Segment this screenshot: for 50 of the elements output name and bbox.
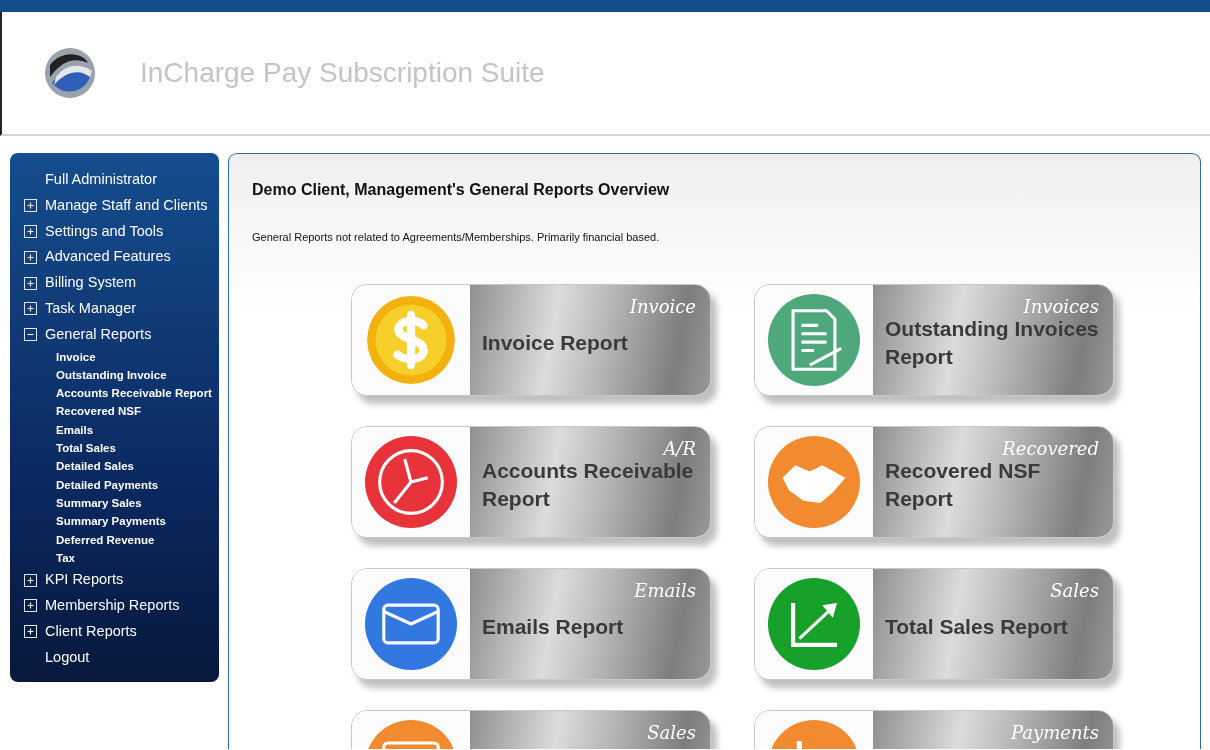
sidebar-subitem[interactable]: Total Sales bbox=[24, 439, 219, 458]
page-description: General Reports not related to Agreements/Memberships. Primarily financial based. bbox=[252, 230, 661, 246]
page-heading: Demo Client, Management's General Reports Overview bbox=[252, 180, 671, 200]
sidebar-subitem[interactable]: Recovered NSF bbox=[24, 402, 219, 421]
sidebar-subitem[interactable]: Outstanding Invoice bbox=[24, 365, 219, 385]
tile-title: Emails Report bbox=[482, 614, 624, 641]
sidebar-item[interactable]: Full Administrator bbox=[45, 169, 157, 191]
report-tile[interactable]: Emails Emails Report bbox=[351, 567, 711, 680]
expand-icon[interactable] bbox=[24, 302, 37, 316]
tile-tag: Emails bbox=[634, 576, 696, 604]
tile-title: Total Sales Report bbox=[885, 614, 1068, 641]
sidebar-subitem[interactable]: Detailed Payments bbox=[24, 475, 219, 494]
tile-tag: Invoice bbox=[629, 292, 696, 320]
app-title: InCharge Pay Subscription Suite bbox=[140, 56, 545, 90]
sidebar-item[interactable]: Task Manager bbox=[45, 298, 137, 320]
expand-icon[interactable] bbox=[24, 199, 37, 213]
logo-icon bbox=[44, 47, 96, 99]
sidebar-item[interactable]: Membership Reports bbox=[45, 594, 180, 617]
expand-icon[interactable] bbox=[24, 225, 37, 238]
sidebar-item[interactable]: Billing System bbox=[45, 272, 137, 294]
sidebar-item[interactable]: Manage Staff and Clients bbox=[45, 194, 208, 217]
sidebar-item[interactable]: General Reports bbox=[45, 323, 152, 346]
sidebar-subitem[interactable]: Invoice bbox=[24, 347, 219, 366]
sidebar-item[interactable]: Advanced Features bbox=[45, 246, 171, 269]
sidebar-subitem[interactable]: Detailed Sales bbox=[24, 457, 219, 476]
sidebar-subitem[interactable]: Summary Payments bbox=[24, 512, 219, 531]
sidebar-item[interactable]: Settings and Tools bbox=[45, 220, 164, 243]
tile-tag: Sales bbox=[647, 718, 696, 746]
tile-tag: Sales bbox=[1050, 576, 1099, 604]
sidebar-subitem[interactable]: Deferred Revenue bbox=[24, 530, 219, 549]
report-tile[interactable]: Sales Total Sales Report bbox=[754, 567, 1114, 680]
sidebar-item[interactable]: Logout bbox=[45, 646, 90, 669]
expand-icon[interactable] bbox=[24, 599, 37, 613]
expand-icon[interactable] bbox=[24, 276, 37, 290]
report-tile[interactable]: A/R Accounts Receivable Report bbox=[351, 425, 711, 538]
sidebar-subitem[interactable]: Accounts Receivable Report bbox=[24, 384, 219, 403]
sidebar-subitem[interactable]: Emails bbox=[24, 420, 219, 440]
report-tile[interactable]: Invoice Invoice Report bbox=[351, 283, 711, 396]
sidebar-item[interactable]: KPI Reports bbox=[45, 569, 124, 591]
sidebar-subitem[interactable]: Tax bbox=[24, 548, 219, 568]
report-tile[interactable]: Sales bbox=[351, 709, 711, 749]
report-tile[interactable]: Recovered Recovered NSF Report bbox=[754, 425, 1114, 538]
sidebar-item[interactable]: Client Reports bbox=[45, 620, 137, 643]
expand-icon[interactable] bbox=[24, 625, 37, 639]
sidebar-subitem[interactable]: Summary Sales bbox=[24, 493, 219, 513]
expand-icon[interactable] bbox=[24, 250, 37, 264]
expand-icon[interactable] bbox=[24, 573, 37, 587]
collapse-icon[interactable] bbox=[24, 328, 37, 342]
report-tile[interactable]: Invoices Outstanding Invoices Report bbox=[754, 283, 1114, 396]
tile-title: Invoice Report bbox=[482, 330, 628, 357]
